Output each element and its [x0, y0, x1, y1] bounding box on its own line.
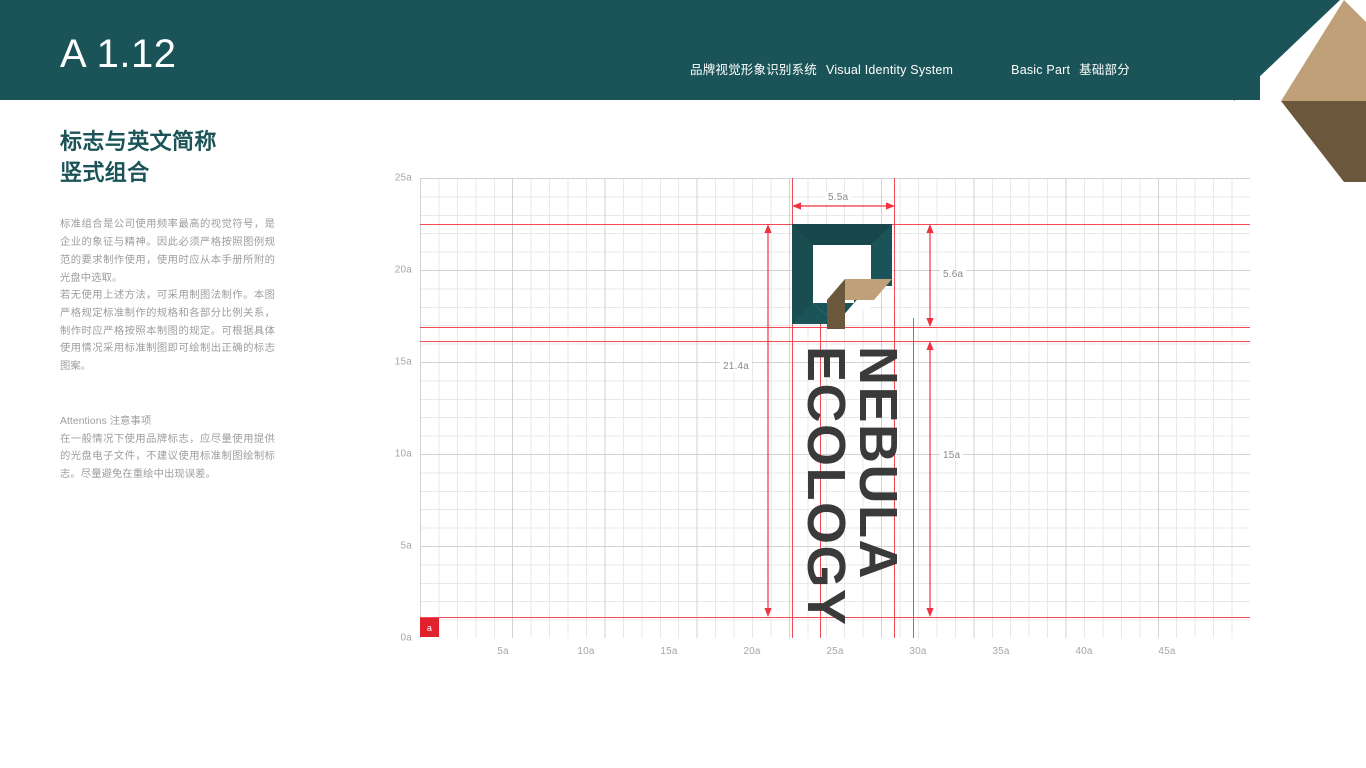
page-title: 标志与英文简称 竖式组合 — [60, 129, 217, 186]
header-meta-group: 品牌视觉形象识别系统 Visual Identity System Basic P… — [690, 59, 1130, 78]
header-system-cn: 品牌视觉形象识别系统 — [690, 63, 818, 77]
page-header: A 1.12 品牌视觉形象识别系统 Visual Identity System … — [0, 0, 1260, 100]
header-system-en: Visual Identity System — [826, 63, 954, 77]
x-axis-tick: 45a — [1158, 646, 1176, 657]
header-section-label: Basic Part 基础部分 — [1011, 59, 1130, 78]
page-root: A 1.12 品牌视觉形象识别系统 Visual Identity System … — [0, 0, 1366, 768]
attentions-title: Attentions 注意事项 — [60, 415, 152, 427]
y-axis-tick: 0a — [400, 632, 412, 644]
dimension-label-word-height: 15a — [940, 450, 964, 461]
corner-chevron-decoration — [1234, 0, 1366, 182]
dimension-label-mark-height: 5.6a — [940, 269, 967, 280]
description-paragraph-1: 标准组合是公司使用频率最高的视觉符号，是企业的象征与精神。因此必须严格按照图例规… — [60, 219, 275, 284]
dimension-arrow-word-height — [926, 341, 934, 617]
guide-line-word-right — [913, 318, 914, 638]
dimension-arrow-total-height — [764, 224, 772, 617]
dimension-label-total-height: 21.4a — [720, 361, 753, 372]
construction-diagram: 0a 5a 10a 15a 20a 25a 5a 10a 15a 20a 25a 30a 35a 40a… — [380, 168, 1280, 668]
y-axis-tick: 25a — [394, 172, 412, 184]
logo-mark — [792, 224, 892, 329]
page-code: A 1.12 — [60, 32, 177, 76]
x-axis-tick: 30a — [909, 646, 927, 657]
y-axis-tick: 15a — [394, 356, 412, 368]
header-system-label: 品牌视觉形象识别系统 Visual Identity System — [690, 59, 953, 78]
y-axis-tick: 5a — [400, 540, 412, 552]
description-paragraph-2: 若无使用上述方法，可采用制图法制作。本图严格规定标准制作的规格和各部分比例关系，… — [60, 290, 275, 373]
sidebar: 标志与英文简称 竖式组合 标准组合是公司使用频率最高的视觉符号，是企业的象征与精… — [60, 126, 275, 484]
grid-plot-area: NEBULA ECOLOGY 5.5a 5.6a 21.4a 15a a — [420, 178, 1250, 638]
unit-cell-indicator: a — [420, 618, 439, 637]
x-axis-tick: 40a — [1075, 646, 1093, 657]
x-axis-tick: 10a — [577, 646, 595, 657]
wordmark-ecology: ECOLOGY — [796, 346, 856, 627]
guide-line-word-top — [420, 341, 1250, 342]
header-section-en: Basic Part — [1011, 63, 1071, 77]
y-axis-tick: 10a — [394, 448, 412, 460]
chevron-tan-dark — [1281, 101, 1366, 182]
attentions-block: Attentions 注意事项 在一般情况下使用品牌标志，应尽量使用提供的光盘电… — [60, 413, 275, 484]
dimension-arrow-mark-height — [926, 224, 934, 327]
x-axis-tick: 35a — [992, 646, 1010, 657]
x-axis-tick: 25a — [826, 646, 844, 657]
header-section-cn: 基础部分 — [1079, 63, 1130, 77]
dimension-label-width: 5.5a — [825, 192, 852, 203]
y-axis-tick: 20a — [394, 264, 412, 276]
x-axis-tick: 15a — [660, 646, 678, 657]
x-axis-tick: 20a — [743, 646, 761, 657]
x-axis-tick: 5a — [497, 646, 509, 657]
attentions-body: 在一般情况下使用品牌标志，应尽量使用提供的光盘电子文件，不建议使用标准制图绘制标… — [60, 433, 275, 480]
